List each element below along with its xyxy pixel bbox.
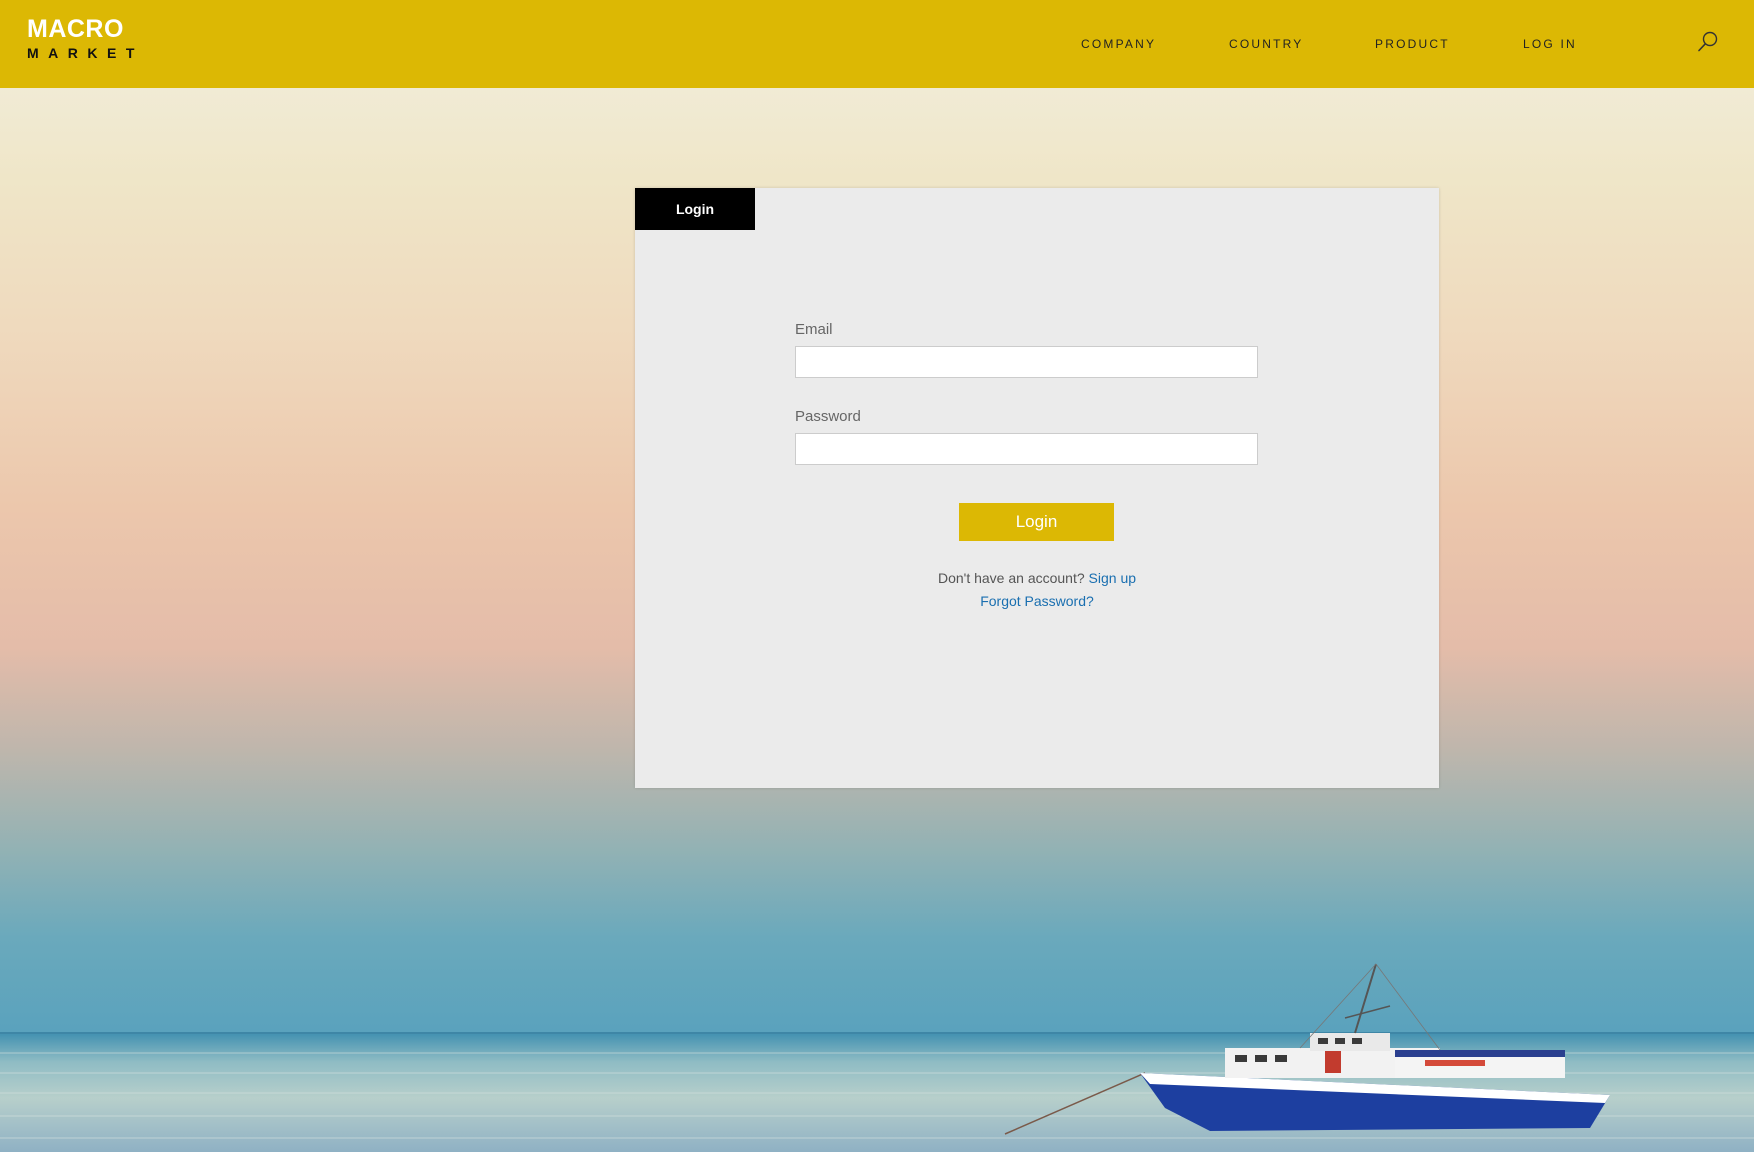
macro-market-logo[interactable]: MACRO MARKET	[27, 15, 144, 61]
email-field[interactable]	[795, 346, 1258, 378]
password-label: Password	[795, 408, 861, 425]
login-tab[interactable]: Login	[635, 188, 755, 230]
nav-country-link[interactable]: COUNTRY	[1229, 37, 1304, 51]
sign-up-link[interactable]: Sign up	[1089, 570, 1136, 586]
nav-login-link[interactable]: LOG IN	[1523, 37, 1577, 51]
signup-prompt-text: Don't have an account?	[937, 570, 1085, 586]
nav-company-link[interactable]: COMPANY	[1081, 37, 1156, 51]
email-label: Email	[795, 321, 833, 338]
login-button[interactable]: Login	[959, 503, 1114, 541]
logo-bottom-text: MARKET	[27, 45, 144, 61]
search-icon[interactable]	[1696, 30, 1720, 54]
nav-product-link[interactable]: PRODUCT	[1375, 37, 1450, 51]
forgot-password-link[interactable]: Forgot Password?	[980, 593, 1094, 609]
forgot-password-row: Forgot Password?	[635, 593, 1439, 609]
login-panel: Login Email Password Login Don't have an…	[635, 188, 1439, 788]
logo-top-text: MACRO	[27, 15, 124, 43]
password-field[interactable]	[795, 433, 1258, 465]
signup-prompt: Don't have an account? Sign up	[635, 570, 1439, 586]
site-header: MACRO MARKET COMPANY COUNTRY PRODUCT LOG…	[0, 0, 1754, 88]
